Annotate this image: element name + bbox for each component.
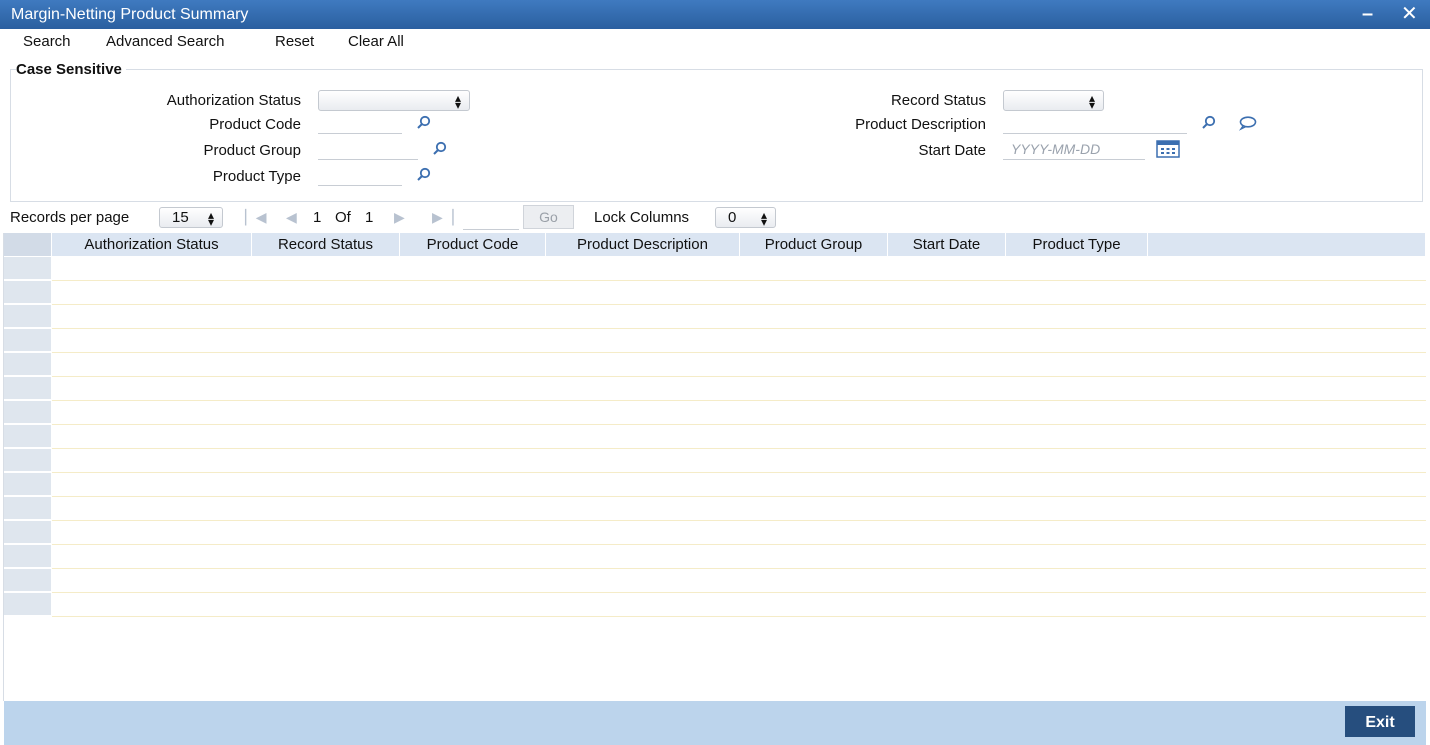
product-type-label: Product Type — [212, 168, 301, 185]
table-row — [52, 424, 1426, 425]
updown-arrow-icon: ▴ ▾ — [1088, 91, 1095, 112]
go-button[interactable]: Go — [523, 205, 574, 229]
search-button[interactable]: Search — [23, 33, 71, 50]
table-row — [52, 280, 1426, 281]
row-selector[interactable] — [4, 545, 51, 568]
records-per-page-label: Records per page — [10, 209, 130, 226]
record-status-label: Record Status — [890, 92, 986, 109]
first-page-icon[interactable]: ▏◀ — [245, 209, 267, 226]
column-header[interactable]: Product Code — [400, 233, 546, 256]
page-number-input[interactable] — [463, 208, 519, 230]
product-type-input[interactable] — [318, 164, 402, 186]
comment-icon[interactable] — [1238, 115, 1258, 135]
pagination-bar: Records per page 15 ▴ ▾ ▏◀ ◀ 1 Of 1 ▶ ▶▕ … — [0, 203, 1430, 231]
column-header[interactable]: Authorization Status — [52, 233, 252, 256]
prev-page-icon[interactable]: ◀ — [286, 209, 297, 226]
table-row — [52, 376, 1426, 377]
product-group-input[interactable] — [318, 138, 418, 160]
table-row — [52, 304, 1426, 305]
records-per-page-select[interactable]: 15 ▴ ▾ — [159, 207, 223, 228]
table-row — [52, 520, 1426, 521]
table-row — [52, 568, 1426, 569]
table-row — [52, 472, 1426, 473]
row-selector[interactable] — [4, 449, 51, 472]
advanced-search-button[interactable]: Advanced Search — [106, 33, 224, 50]
column-header[interactable]: Product Description — [546, 233, 740, 256]
minimize-button[interactable]: – — [1362, 0, 1373, 29]
row-selector[interactable] — [4, 593, 51, 616]
row-selector[interactable] — [4, 329, 51, 352]
search-icon[interactable] — [416, 167, 432, 187]
table-row — [52, 352, 1426, 353]
grid-header: Authorization Status Record Status Produ… — [4, 233, 1425, 256]
column-header[interactable]: Product Type — [1006, 233, 1148, 256]
authorization-status-label: Authorization Status — [166, 92, 301, 109]
calendar-icon[interactable] — [1156, 140, 1180, 162]
footer-bar — [4, 701, 1426, 745]
of-label: Of — [335, 209, 351, 226]
product-code-input[interactable] — [318, 112, 402, 134]
product-group-label: Product Group — [203, 142, 301, 159]
window-titlebar: Margin-Netting Product Summary – ✕ — [0, 0, 1430, 29]
select-all-header[interactable] — [4, 233, 52, 256]
search-icon[interactable] — [432, 141, 448, 161]
current-page: 1 — [313, 209, 322, 226]
table-row — [52, 592, 1426, 593]
product-code-label: Product Code — [209, 116, 301, 133]
authorization-status-select[interactable]: ▴ ▾ — [318, 90, 470, 111]
product-description-input[interactable] — [1003, 112, 1187, 134]
toolbar: Search Advanced Search Reset Clear All — [0, 29, 1430, 57]
lock-columns-label: Lock Columns — [594, 209, 690, 226]
row-selector[interactable] — [4, 569, 51, 592]
row-selector[interactable] — [4, 521, 51, 544]
total-pages: 1 — [365, 209, 374, 226]
table-row — [52, 496, 1426, 497]
start-date-label: Start Date — [918, 142, 986, 159]
case-sensitive-legend: Case Sensitive — [16, 61, 126, 78]
last-page-icon[interactable]: ▶▕ — [432, 209, 454, 226]
row-selector[interactable] — [4, 377, 51, 400]
clear-all-button[interactable]: Clear All — [348, 33, 404, 50]
row-selector[interactable] — [4, 473, 51, 496]
updown-arrow-icon: ▴ ▾ — [760, 208, 767, 229]
search-icon[interactable] — [1201, 115, 1217, 135]
row-selector[interactable] — [4, 257, 51, 280]
column-header[interactable]: Start Date — [888, 233, 1006, 256]
table-row — [52, 448, 1426, 449]
row-selector[interactable] — [4, 497, 51, 520]
updown-arrow-icon: ▴ ▾ — [207, 208, 214, 229]
column-header[interactable]: Product Group — [740, 233, 888, 256]
table-row — [52, 328, 1426, 329]
start-date-input[interactable] — [1003, 138, 1145, 160]
close-button[interactable]: ✕ — [1401, 0, 1418, 29]
reset-button[interactable]: Reset — [275, 33, 314, 50]
row-selector[interactable] — [4, 401, 51, 424]
column-header[interactable]: Record Status — [252, 233, 400, 256]
row-selector[interactable] — [4, 281, 51, 304]
record-status-select[interactable]: ▴ ▾ — [1003, 90, 1104, 111]
lock-columns-select[interactable]: 0 ▴ ▾ — [715, 207, 776, 228]
table-row — [52, 544, 1426, 545]
table-row — [52, 616, 1426, 617]
table-row — [52, 400, 1426, 401]
next-page-icon[interactable]: ▶ — [394, 209, 405, 226]
row-selector[interactable] — [4, 425, 51, 448]
search-icon[interactable] — [416, 115, 432, 135]
window-title: Margin-Netting Product Summary — [11, 6, 249, 23]
updown-arrow-icon: ▴ ▾ — [454, 91, 461, 112]
exit-button[interactable]: Exit — [1345, 706, 1415, 737]
row-selector[interactable] — [4, 305, 51, 328]
row-selector[interactable] — [4, 353, 51, 376]
product-description-label: Product Description — [855, 116, 986, 133]
